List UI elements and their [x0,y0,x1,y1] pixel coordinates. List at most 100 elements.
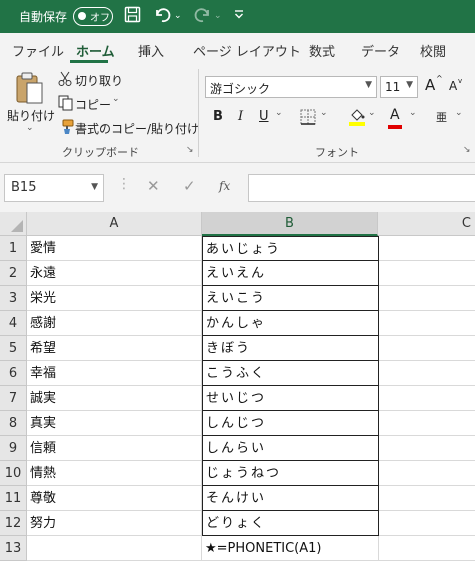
cell-a[interactable]: 信頼 [27,436,202,461]
row-header[interactable]: 3 [0,286,27,311]
cell-b[interactable]: じょうねつ [202,461,379,486]
cell-a[interactable] [27,536,202,561]
tab-formulas[interactable]: 数式 [309,41,335,60]
font-size-select[interactable]: 11 ▼ [380,76,418,98]
redo-icon[interactable] [192,6,212,28]
cell-a[interactable]: 愛情 [27,236,202,261]
cell-b[interactable]: せいじつ [202,386,379,411]
cell-c[interactable] [379,436,475,461]
fill-color-icon[interactable] [348,108,366,130]
cell-c[interactable] [379,486,475,511]
copy-button[interactable]: コピー [75,96,111,113]
undo-icon[interactable] [153,6,173,28]
grow-font-button[interactable]: A [425,76,435,94]
cell-b-note[interactable]: ★=PHONETIC(A1) [202,536,379,561]
tab-home[interactable]: ホーム [76,41,115,60]
row-header[interactable]: 12 [0,511,27,536]
cell-c[interactable] [379,311,475,336]
paste-icon[interactable] [14,71,44,109]
paste-button[interactable]: 貼り付け [7,107,55,124]
cell-b[interactable]: あいじょう [202,236,379,261]
cell-c[interactable] [379,286,475,311]
format-painter-button[interactable]: 書式のコピー/貼り付け [75,120,199,137]
save-icon[interactable] [124,6,141,27]
cell-c[interactable] [379,336,475,361]
autosave-toggle[interactable]: オフ [73,7,113,26]
redo-dropdown-icon[interactable]: ⌄ [214,11,222,21]
clipboard-launcher-icon[interactable]: ↘ [186,145,194,155]
cell-a[interactable]: 感謝 [27,311,202,336]
cell-b[interactable]: どりょく [202,511,379,536]
cell-c[interactable] [379,361,475,386]
enter-icon[interactable]: ✓ [183,177,196,195]
column-header-a[interactable]: A [27,212,202,236]
row-header[interactable]: 9 [0,436,27,461]
formula-input[interactable] [248,174,475,202]
bold-button[interactable]: B [213,109,223,124]
copy-icon[interactable] [58,95,73,115]
border-icon[interactable] [300,109,316,129]
cell-c[interactable] [379,236,475,261]
column-header-b[interactable]: B [202,212,378,236]
cell-a[interactable]: 幸福 [27,361,202,386]
cell-b[interactable]: かんしゃ [202,311,379,336]
font-launcher-icon[interactable]: ↘ [463,145,471,155]
font-family-select[interactable]: 游ゴシック ▼ [205,76,377,98]
row-header[interactable]: 4 [0,311,27,336]
row-header[interactable]: 1 [0,236,27,261]
row-header[interactable]: 13 [0,536,27,561]
row-header[interactable]: 2 [0,261,27,286]
cell-a[interactable]: 情熱 [27,461,202,486]
cell-c[interactable] [379,261,475,286]
tab-file[interactable]: ファイル [12,41,64,60]
underline-dropdown-icon[interactable]: ⌄ [275,108,283,118]
cell-a[interactable]: 尊敬 [27,486,202,511]
shrink-font-button[interactable]: A [449,79,457,93]
border-dropdown-icon[interactable]: ⌄ [320,108,328,118]
name-box[interactable]: B15 ▼ [4,174,104,202]
cancel-icon[interactable]: ✕ [147,177,160,195]
phonetic-guide-button[interactable]: 亜 [436,109,447,125]
paste-dropdown-icon[interactable]: ⌄ [26,123,34,133]
row-header[interactable]: 11 [0,486,27,511]
undo-dropdown-icon[interactable]: ⌄ [174,11,182,21]
cut-icon[interactable] [58,71,72,91]
cell-c[interactable] [379,461,475,486]
cell-b[interactable]: こうふく [202,361,379,386]
row-header[interactable]: 10 [0,461,27,486]
cell-a[interactable]: 真実 [27,411,202,436]
font-color-dropdown-icon[interactable]: ⌄ [409,108,417,118]
cell-b[interactable]: えいえん [202,261,379,286]
cell-a[interactable]: 誠実 [27,386,202,411]
cell-c[interactable] [379,386,475,411]
copy-dropdown-icon[interactable]: ⌄ [112,94,120,104]
row-header[interactable]: 6 [0,361,27,386]
format-painter-icon[interactable] [58,119,74,139]
cell-c[interactable] [379,411,475,436]
font-color-button[interactable]: A [390,107,400,123]
cell-b[interactable]: しんらい [202,436,379,461]
select-all-button[interactable] [0,212,27,236]
cell-a[interactable]: 努力 [27,511,202,536]
column-header-c[interactable]: C [378,212,475,236]
cell-b[interactable]: きぼう [202,336,379,361]
cut-button[interactable]: 切り取り [75,72,123,89]
tab-data[interactable]: データ [361,41,400,60]
customize-qat-icon[interactable] [234,8,244,23]
row-header[interactable]: 8 [0,411,27,436]
cell-c[interactable] [379,511,475,536]
cell-b[interactable]: えいこう [202,286,379,311]
tab-insert[interactable]: 挿入 [138,41,164,60]
phonetic-dropdown-icon[interactable]: ⌄ [455,108,463,118]
tab-page-layout[interactable]: ページ レイアウト [193,41,301,60]
underline-button[interactable]: U [259,109,269,124]
row-header[interactable]: 5 [0,336,27,361]
cell-a[interactable]: 栄光 [27,286,202,311]
cell-c[interactable] [379,536,475,561]
cell-a[interactable]: 永遠 [27,261,202,286]
tab-review[interactable]: 校閲 [420,41,446,60]
insert-function-button[interactable]: fx [219,179,230,193]
row-header[interactable]: 7 [0,386,27,411]
cell-b[interactable]: しんじつ [202,411,379,436]
fill-color-dropdown-icon[interactable]: ⌄ [368,108,376,118]
